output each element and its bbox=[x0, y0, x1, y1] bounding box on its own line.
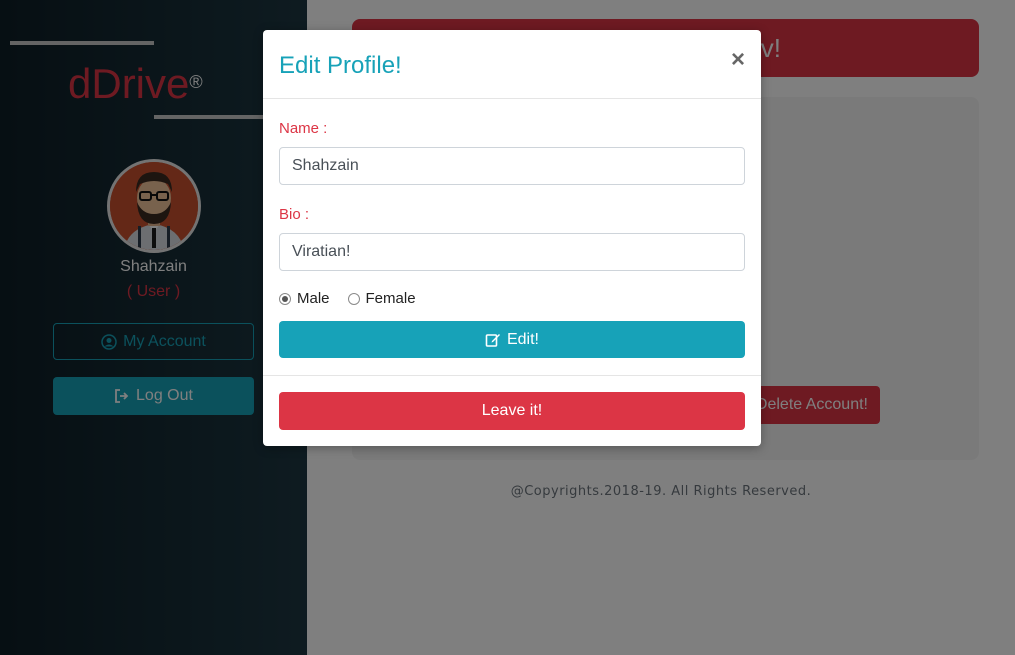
modal-title: Edit Profile! bbox=[279, 52, 402, 79]
bio-input[interactable] bbox=[279, 233, 745, 271]
name-input[interactable] bbox=[279, 147, 745, 185]
female-label: Female bbox=[365, 290, 416, 307]
female-radio[interactable] bbox=[347, 292, 360, 305]
name-label: Name : bbox=[279, 120, 328, 137]
gender-option-male[interactable]: Male bbox=[279, 290, 330, 307]
male-label: Male bbox=[297, 290, 330, 307]
bio-label: Bio : bbox=[279, 206, 310, 223]
leave-button[interactable]: Leave it! bbox=[279, 392, 745, 430]
edit-profile-modal: Edit Profile! × Name : Bio : Male Female… bbox=[263, 30, 761, 446]
edit-label: Edit! bbox=[506, 330, 539, 348]
edit-button[interactable]: Edit! bbox=[279, 321, 745, 358]
male-radio[interactable] bbox=[279, 292, 291, 305]
modal-header: Edit Profile! × bbox=[263, 30, 761, 99]
close-icon[interactable]: × bbox=[731, 48, 745, 72]
gender-option-female[interactable]: Female bbox=[347, 290, 416, 307]
edit-icon bbox=[485, 332, 501, 348]
gender-radio-group: Male Female bbox=[279, 290, 434, 307]
modal-footer: Leave it! bbox=[263, 375, 761, 446]
